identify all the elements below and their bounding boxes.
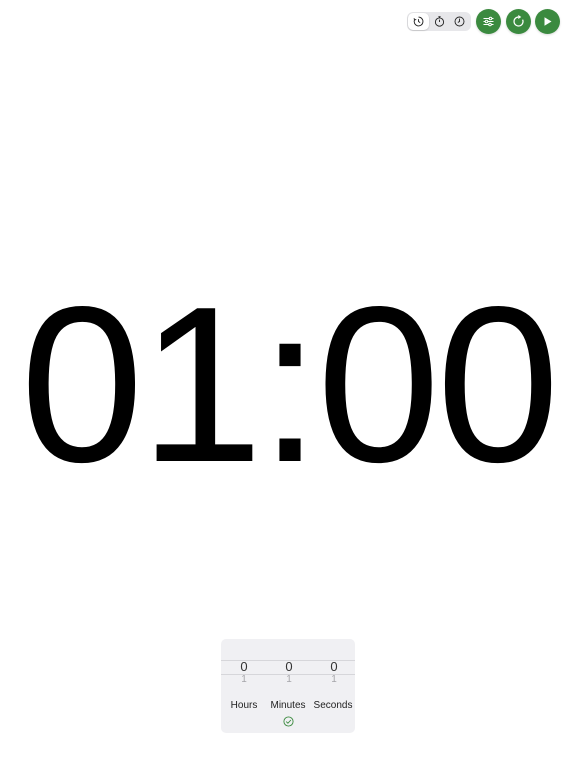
timer-screen: 01:00 0 1 0 1 0 1 Hours Minutes Seconds [0, 0, 576, 768]
reset-button[interactable] [506, 9, 531, 34]
minutes-wheel[interactable]: 0 1 [267, 660, 311, 685]
hours-next-value: 1 [241, 674, 247, 685]
minutes-next-value: 1 [286, 674, 292, 685]
mode-clock-tab[interactable] [449, 13, 470, 30]
seconds-value: 0 [330, 659, 338, 674]
mode-segmented-control [407, 12, 471, 31]
settings-sliders-icon [483, 16, 494, 27]
play-icon [544, 17, 552, 26]
minutes-value: 0 [285, 659, 293, 674]
reset-icon [513, 15, 524, 27]
clock-icon [454, 16, 465, 27]
seconds-wheel[interactable]: 0 1 [312, 660, 355, 685]
minutes-label: Minutes [270, 700, 306, 711]
confirm-button[interactable] [283, 716, 294, 727]
hours-value: 0 [240, 659, 248, 674]
mode-stopwatch-tab[interactable] [429, 13, 450, 30]
stopwatch-icon [434, 16, 444, 27]
seconds-label: Seconds [313, 700, 353, 711]
countdown-time-display: 01:00 [20, 261, 560, 509]
hours-wheel[interactable]: 0 1 [222, 660, 266, 685]
hours-label: Hours [230, 700, 258, 711]
timer-icon [413, 16, 424, 27]
mode-timer-tab[interactable] [408, 13, 429, 30]
settings-button[interactable] [476, 9, 501, 34]
play-button[interactable] [535, 9, 560, 34]
checkmark-circle-icon [283, 716, 294, 727]
seconds-next-value: 1 [331, 674, 337, 685]
time-picker: 0 1 0 1 0 1 Hours Minutes Seconds [221, 639, 355, 733]
